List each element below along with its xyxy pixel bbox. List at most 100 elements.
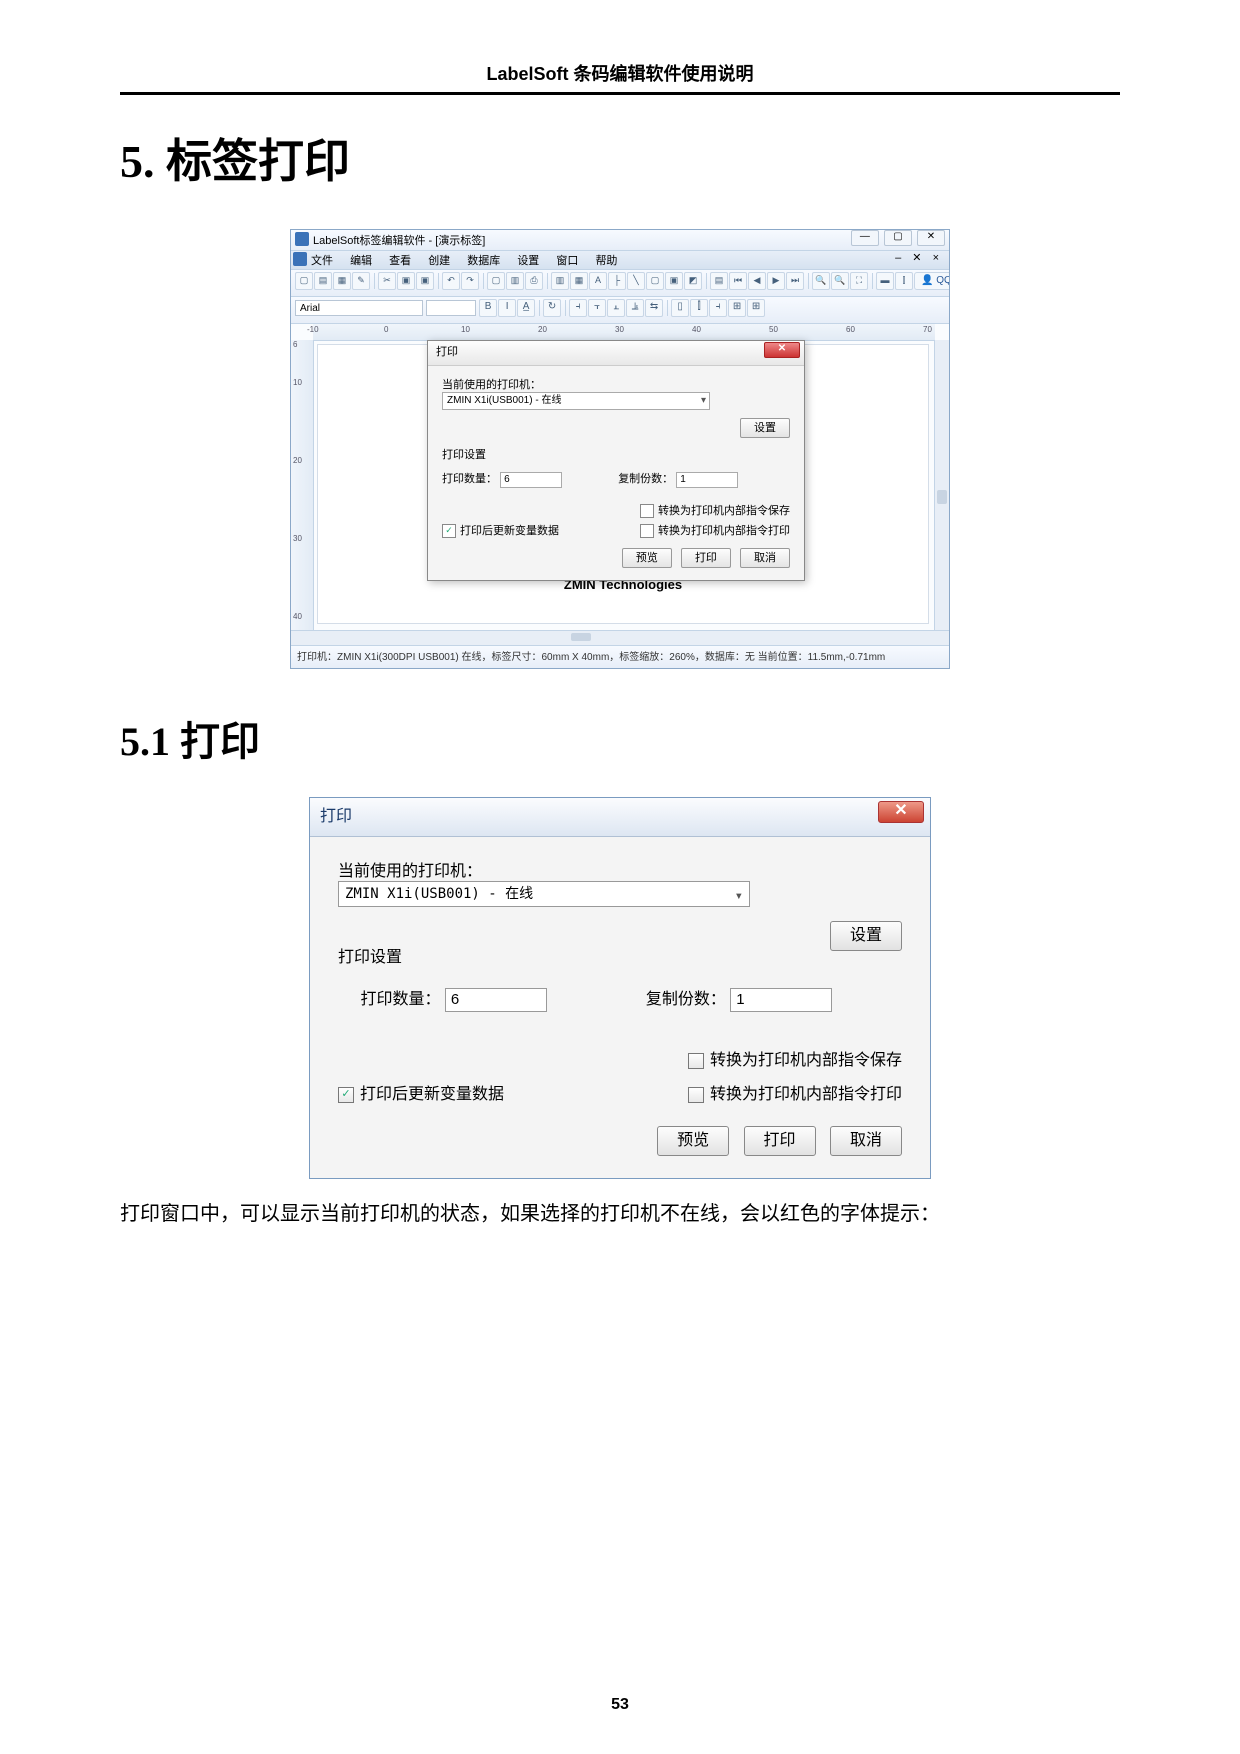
app-icon (295, 232, 309, 246)
heading-1: 5. 标签打印 (120, 125, 1120, 191)
toolbar-icon[interactable]: ▣ (397, 272, 415, 290)
toolbar-icon[interactable]: ▬ (876, 272, 894, 290)
mdi-controls[interactable]: – ✕ × (895, 251, 943, 264)
menu-edit[interactable]: 编辑 (350, 255, 372, 267)
settings-button[interactable]: 设置 (740, 418, 790, 438)
toolbar-icon[interactable]: ▢ (646, 272, 664, 290)
toolbar-icon[interactable]: ↶ (442, 272, 460, 290)
print-button-large[interactable]: 打印 (744, 1126, 816, 1156)
menu-file[interactable]: 文件 (311, 255, 333, 267)
window-maximize-button[interactable]: ▢ (884, 230, 912, 246)
toolbar-icon[interactable]: 🔍 (812, 272, 830, 290)
menu-settings[interactable]: 设置 (517, 255, 539, 267)
menu-window[interactable]: 窗口 (556, 255, 578, 267)
format-icon[interactable]: ⫿ (690, 299, 708, 317)
toolbar-icon[interactable]: ✂ (378, 272, 396, 290)
copy-input-large[interactable] (730, 988, 832, 1012)
format-icon[interactable]: ⊞ (728, 299, 746, 317)
toolbar-icon[interactable]: ⎙ (525, 272, 543, 290)
toolbar-icon[interactable]: ▣ (416, 272, 434, 290)
copy-input[interactable] (676, 472, 738, 488)
dialog-titlebar-large[interactable]: 打印 ✕ (310, 798, 930, 837)
format-icon[interactable]: ⫟ (588, 299, 606, 317)
toolbar-icon[interactable]: ▣ (665, 272, 683, 290)
menu-database[interactable]: 数据库 (467, 255, 500, 267)
format-icon[interactable]: ⊞ (747, 299, 765, 317)
format-icon[interactable]: ▯ (671, 299, 689, 317)
toolbar-icon[interactable]: ▦ (333, 272, 351, 290)
status-bar: 打印机：ZMIN X1i(300DPI USB001) 在线，标签尺寸：60mm… (291, 645, 949, 668)
format-icon[interactable]: A̲ (517, 299, 535, 317)
chk-print-icon[interactable] (640, 524, 654, 538)
window-titlebar[interactable]: LabelSoft标签编辑软件 - [演示标签] — ▢ ✕ (291, 230, 949, 251)
toolbar-icon[interactable]: ▥ (506, 272, 524, 290)
qq-button[interactable]: 👤 QQ交谈 (914, 272, 949, 290)
menu-view[interactable]: 查看 (389, 255, 411, 267)
format-icon[interactable]: I (498, 299, 516, 317)
menu-create[interactable]: 创建 (428, 255, 450, 267)
dialog-close-button[interactable]: ✕ (764, 342, 800, 358)
toolbar-icon[interactable]: ▢ (487, 272, 505, 290)
dialog-close-button-large[interactable]: ✕ (878, 801, 924, 823)
format-icon[interactable]: ⫞ (569, 299, 587, 317)
chk-print-large[interactable] (688, 1087, 704, 1103)
chk-update-label: 打印后更新变量数据 (460, 525, 559, 537)
toolbar-icon[interactable]: ◀ (748, 272, 766, 290)
chk-update-large[interactable]: ✓ (338, 1087, 354, 1103)
qty-input[interactable] (500, 472, 562, 488)
document-page: LabelSoft 条码编辑软件使用说明 5. 标签打印 LabelSoft标签… (0, 0, 1240, 1754)
toolbar-icon[interactable]: ⏮ (729, 272, 747, 290)
toolbar-icon[interactable]: ⛶ (850, 272, 868, 290)
format-icon[interactable]: ⫡ (626, 299, 644, 317)
dialog-title: 打印 (436, 346, 458, 358)
qty-label: 打印数量： (442, 470, 497, 486)
toolbar-icon[interactable]: ⏭ (786, 272, 804, 290)
toolbar-icon[interactable]: ▤ (314, 272, 332, 290)
toolbar-icon[interactable]: ▤ (710, 272, 728, 290)
toolbar-icon[interactable]: ▶ (767, 272, 785, 290)
format-icon[interactable]: B (479, 299, 497, 317)
toolbar-icon[interactable]: ├ (608, 272, 626, 290)
preview-button-large[interactable]: 预览 (657, 1126, 729, 1156)
chk-save-icon[interactable] (640, 504, 654, 518)
cancel-button-large[interactable]: 取消 (830, 1126, 902, 1156)
chk-save-large[interactable] (688, 1053, 704, 1069)
window-close-button[interactable]: ✕ (917, 230, 945, 246)
toolbar-icon[interactable]: ▦ (570, 272, 588, 290)
toolbar-icon[interactable]: A (589, 272, 607, 290)
ruler-horizontal: -10010203040506070 (313, 324, 935, 341)
toolbar-icon[interactable]: ↷ (461, 272, 479, 290)
format-icon[interactable]: ⫠ (607, 299, 625, 317)
menu-help[interactable]: 帮助 (595, 255, 617, 267)
window-minimize-button[interactable]: — (851, 230, 879, 246)
printer-select[interactable]: ZMIN X1i(USB001) - 在线 (442, 392, 710, 410)
format-icon[interactable]: ↻ (543, 299, 561, 317)
toolbar-icon[interactable]: ▥ (551, 272, 569, 290)
toolbar-icon[interactable]: ◩ (684, 272, 702, 290)
printer-label: 当前使用的打印机： (442, 376, 541, 392)
printer-select-large[interactable]: ZMIN X1i(USB001) - 在线 (338, 881, 750, 907)
settings-button-large[interactable]: 设置 (830, 921, 902, 951)
toolbar-icon[interactable]: ▢ (295, 272, 313, 290)
body-paragraph: 打印窗口中，可以显示当前打印机的状态，如果选择的打印机不在线，会以红色的字体提示… (120, 1197, 1120, 1231)
format-icon[interactable]: ⇆ (645, 299, 663, 317)
cancel-button[interactable]: 取消 (740, 548, 790, 568)
font-size-input[interactable] (426, 300, 476, 316)
chk-update-icon[interactable]: ✓ (442, 524, 456, 538)
scrollbar-vertical[interactable] (934, 340, 949, 630)
scrollbar-horizontal[interactable] (291, 630, 949, 645)
print-dialog-large: 打印 ✕ 当前使用的打印机： ZMIN X1i(USB001) - 在线 设置 … (309, 797, 931, 1179)
toolbar-icon[interactable]: ✎ (352, 272, 370, 290)
toolbar-icon[interactable]: 🔍 (831, 272, 849, 290)
qty-input-large[interactable] (445, 988, 547, 1012)
copy-label-large: 复制份数： (646, 991, 726, 1008)
toolbar-icon[interactable]: ⫿ (895, 272, 913, 290)
section-label-large: 打印设置 (338, 943, 902, 967)
font-name-input[interactable] (295, 300, 423, 316)
format-icon[interactable]: ⫞ (709, 299, 727, 317)
print-button[interactable]: 打印 (681, 548, 731, 568)
dialog-title-large: 打印 (320, 808, 352, 825)
preview-button[interactable]: 预览 (622, 548, 672, 568)
toolbar-icon[interactable]: ╲ (627, 272, 645, 290)
dialog-titlebar[interactable]: 打印 ✕ (428, 341, 804, 366)
